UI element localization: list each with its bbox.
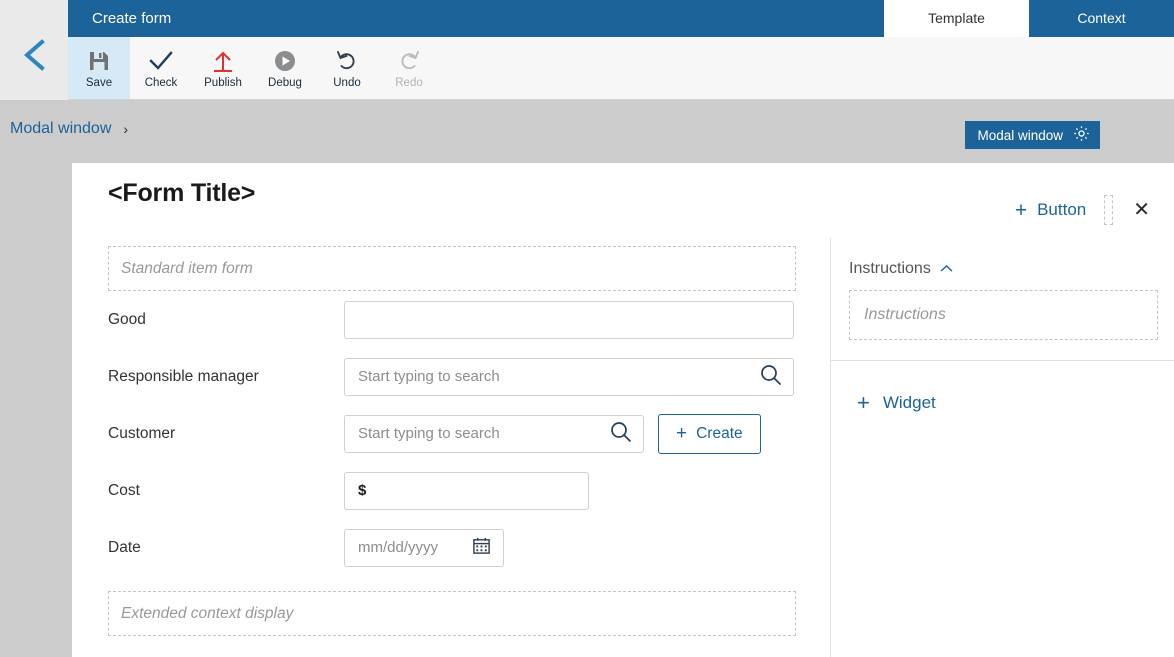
gear-icon[interactable]: [1073, 125, 1090, 145]
dropzone-instructions[interactable]: Instructions: [849, 290, 1158, 340]
instructions-title: Instructions: [849, 260, 931, 277]
undo-arrow-icon: [336, 49, 358, 73]
field-label-customer: Customer: [108, 424, 176, 442]
modal-window-badge[interactable]: Modal window: [965, 121, 1100, 149]
customer-input[interactable]: Start typing to search: [344, 414, 644, 453]
side-panel: Instructions Instructions + Widget: [830, 238, 1174, 657]
redo-button[interactable]: Redo: [378, 37, 440, 99]
tab-template[interactable]: Template: [884, 0, 1029, 37]
play-circle-icon: [274, 49, 296, 73]
field-row-good: Good: [108, 291, 830, 348]
date-input[interactable]: mm/dd/yyyy: [344, 528, 504, 567]
card-header: <Form Title> + Button ✕: [72, 163, 1174, 238]
form-card: <Form Title> + Button ✕ Standard item fo…: [72, 163, 1174, 657]
title-bar: Create form Template Context: [68, 0, 1174, 37]
field-row-date: Date mm/dd/yyyy: [108, 519, 830, 576]
customer-placeholder: Start typing to search: [358, 425, 500, 442]
redo-arrow-icon: [398, 49, 420, 73]
field-control-responsible-manager: Start typing to search: [344, 357, 794, 396]
search-icon[interactable]: [759, 363, 783, 391]
calendar-icon[interactable]: [472, 536, 491, 559]
checkmark-icon: [149, 49, 173, 73]
toolbar: Save Check Publish Debug Undo Redo: [68, 37, 1174, 100]
instructions-section-header[interactable]: Instructions: [831, 238, 1174, 278]
field-control-cost: $: [344, 471, 589, 510]
check-button[interactable]: Check: [130, 37, 192, 99]
field-control-date: mm/dd/yyyy: [344, 528, 504, 567]
check-label: Check: [144, 76, 178, 89]
undo-label: Undo: [333, 76, 361, 89]
card-body: Standard item form Good Responsible mana…: [72, 238, 1174, 657]
create-customer-label: Create: [696, 424, 743, 442]
field-control-good: [344, 300, 794, 339]
field-row-responsible-manager: Responsible manager Start typing to sear…: [108, 348, 830, 405]
add-button-label: Button: [1037, 200, 1087, 219]
plus-icon: +: [1014, 198, 1028, 222]
chevron-right-icon: ›: [123, 121, 129, 137]
debug-button[interactable]: Debug: [254, 37, 316, 99]
field-label-responsible-manager: Responsible manager: [108, 367, 259, 385]
dropzone-extended-context-display[interactable]: Extended context display: [108, 591, 796, 636]
floppy-disk-icon: [88, 49, 110, 73]
chevron-left-icon: [21, 38, 47, 72]
search-icon[interactable]: [609, 420, 633, 448]
dropzone-standard-item-form[interactable]: Standard item form: [108, 246, 796, 291]
save-label: Save: [85, 76, 113, 89]
field-label-date: Date: [108, 538, 141, 556]
publish-button[interactable]: Publish: [192, 37, 254, 99]
debug-label: Debug: [268, 76, 302, 89]
empty-button-slot[interactable]: [1104, 195, 1114, 225]
back-button[interactable]: [0, 25, 68, 85]
field-label-cost: Cost: [108, 481, 140, 499]
field-row-customer: Customer Start typing to search + Create: [108, 405, 830, 462]
app-root: Create form Template Context Save Check …: [0, 0, 1174, 657]
breadcrumb[interactable]: Modal window ›: [10, 120, 128, 138]
close-icon[interactable]: ✕: [1131, 198, 1152, 222]
undo-button[interactable]: Undo: [316, 37, 378, 99]
tab-context[interactable]: Context: [1029, 0, 1174, 37]
plus-icon: +: [676, 423, 688, 444]
field-row-cost: Cost $: [108, 462, 830, 519]
publish-label: Publish: [204, 76, 242, 89]
breadcrumb-label: Modal window: [10, 120, 112, 137]
create-customer-button[interactable]: + Create: [658, 413, 761, 454]
header-tabs: Template Context: [884, 0, 1174, 37]
date-placeholder: mm/dd/yyyy: [358, 539, 439, 556]
good-input[interactable]: [344, 300, 794, 339]
app-title: Create form: [92, 10, 172, 27]
responsible-manager-input[interactable]: Start typing to search: [344, 357, 794, 396]
add-widget-label: Widget: [882, 393, 936, 412]
modal-window-badge-label: Modal window: [977, 127, 1063, 143]
field-control-customer: Start typing to search + Create: [344, 413, 761, 454]
field-label-good: Good: [108, 310, 146, 328]
chevron-up-icon[interactable]: [940, 263, 953, 275]
cost-input[interactable]: $: [344, 471, 589, 510]
add-widget-link[interactable]: + Widget: [831, 361, 1174, 414]
card-header-actions: + Button ✕: [1015, 195, 1152, 225]
form-pane: Standard item form Good Responsible mana…: [72, 238, 830, 657]
save-button[interactable]: Save: [68, 37, 130, 99]
upload-arrow-icon: [212, 49, 234, 73]
plus-icon: +: [857, 390, 870, 415]
add-button-link[interactable]: + Button: [1015, 200, 1086, 221]
page-title: <Form Title>: [108, 179, 256, 207]
redo-label: Redo: [395, 76, 423, 89]
responsible-manager-placeholder: Start typing to search: [358, 368, 500, 385]
top-strip: Create form Template Context Save Check …: [0, 0, 1174, 100]
